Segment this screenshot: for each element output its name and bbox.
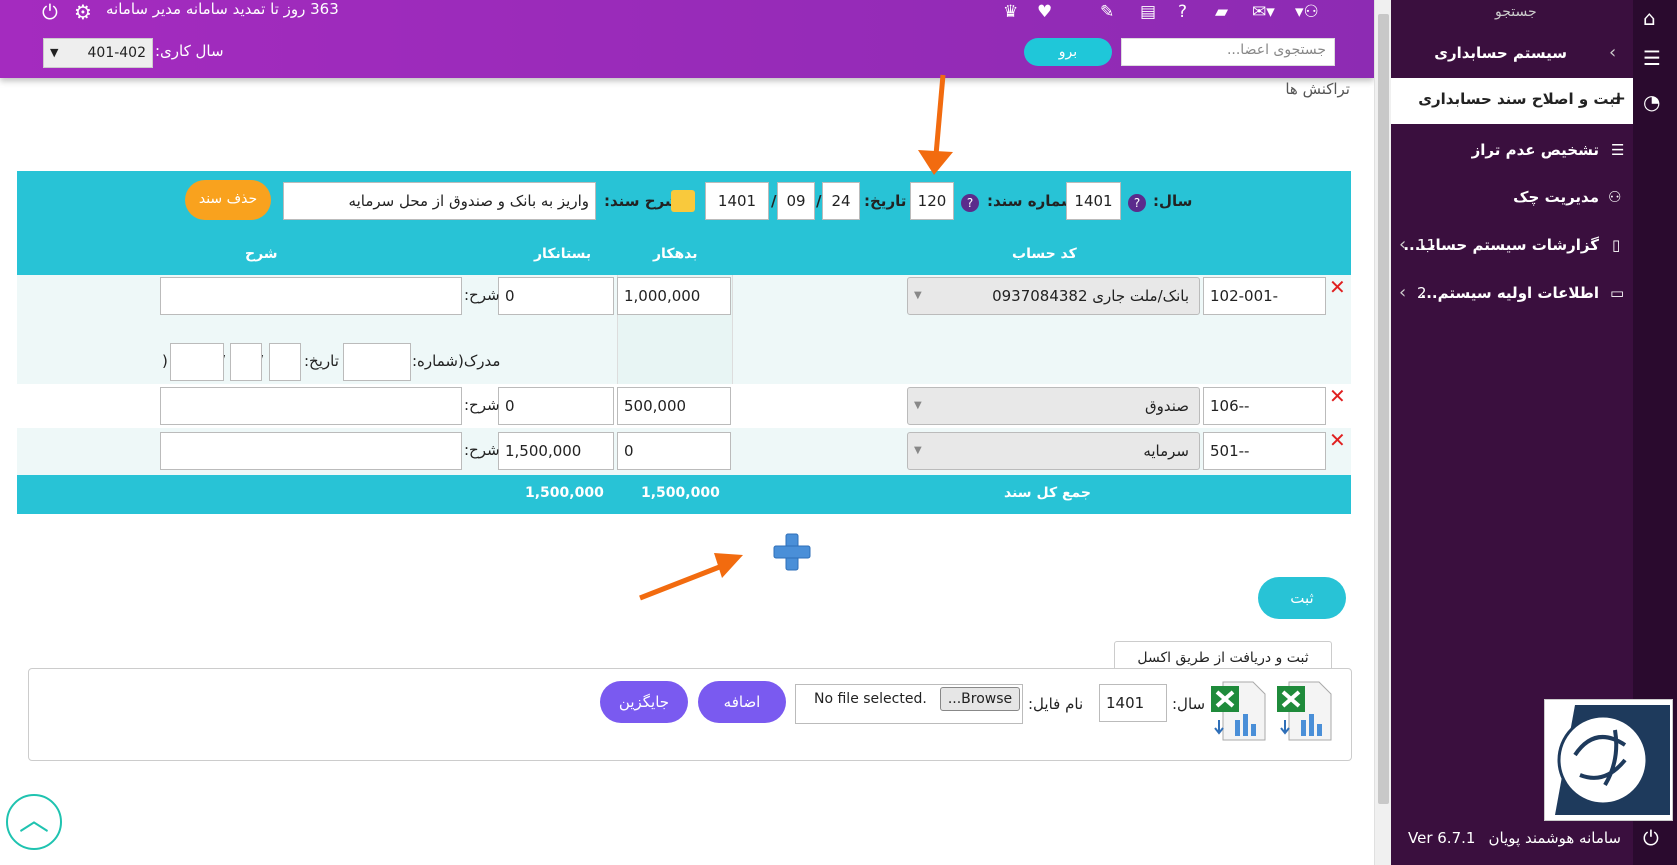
id-card-icon: ▭: [1610, 284, 1625, 302]
page-scrollbar[interactable]: [1374, 0, 1391, 865]
checklist-icon: ☰: [1611, 141, 1625, 159]
clipboard-icon: ▯: [1612, 236, 1621, 254]
save-button[interactable]: ثبت: [1258, 577, 1346, 619]
app-name: سامانه هوشمند پویان: [1488, 829, 1621, 847]
logout-icon[interactable]: ⏻: [1643, 826, 1659, 850]
version-label: Ver 6.7.1: [1408, 829, 1476, 847]
browse-button[interactable]: ...Browse: [940, 687, 1020, 711]
chevron-left-icon: ‹: [1609, 42, 1617, 63]
replace-button[interactable]: جایگزین: [600, 681, 688, 723]
add-button[interactable]: اضافه: [698, 681, 786, 723]
scrollbar-thumb[interactable]: [1378, 14, 1389, 804]
sidebar-badge: 11: [1417, 236, 1437, 254]
user-check-icon: ⚇: [1608, 188, 1622, 206]
arrow-annotation: [639, 553, 743, 601]
dashboard-icon[interactable]: ◔: [1643, 90, 1660, 114]
scroll-to-top-button[interactable]: ︿: [6, 794, 62, 850]
sidebar-footer: سامانه هوشمند پویان Ver 6.7.1: [1391, 817, 1633, 865]
excel-year-label: سال:: [1172, 695, 1206, 713]
chevron-left-icon: ‹: [1399, 234, 1407, 255]
excel-upload-icon[interactable]: [1209, 680, 1267, 742]
menu-icon[interactable]: ☰: [1643, 46, 1661, 70]
arrow-annotation: [918, 74, 953, 175]
plus-icon: +: [1611, 88, 1627, 109]
add-row-icon[interactable]: [773, 533, 811, 571]
excel-download-icon[interactable]: [1275, 680, 1333, 742]
logo-graphic: [1555, 705, 1670, 815]
sidebar-search-label[interactable]: جستجو: [1495, 4, 1537, 20]
file-input[interactable]: No file selected. ...Browse: [795, 684, 1023, 724]
sidebar-item-cheque[interactable]: مدیریت چک: [1513, 188, 1599, 206]
sidebar-badge: 2: [1417, 284, 1427, 302]
home-icon[interactable]: ⌂: [1643, 6, 1656, 30]
company-logo: [1544, 699, 1673, 821]
chevron-left-icon: ‹: [1399, 282, 1407, 303]
sidebar-item-imbalance[interactable]: تشخیص عدم تراز: [1472, 141, 1599, 159]
sidebar-section-title[interactable]: سیستم حسابداری: [1434, 44, 1567, 62]
sidebar-item-base-info[interactable]: اطلاعات اولیه سیستم...: [1421, 284, 1600, 302]
file-name-label: نام فایل:: [1028, 695, 1084, 713]
sidebar-item-label: ثبت و اصلاح سند حسابداری: [1418, 90, 1621, 108]
excel-year-input[interactable]: 1401: [1099, 684, 1167, 722]
file-status: No file selected.: [814, 691, 927, 707]
sidebar-active-item[interactable]: ثبت و اصلاح سند حسابداری: [1391, 78, 1633, 124]
